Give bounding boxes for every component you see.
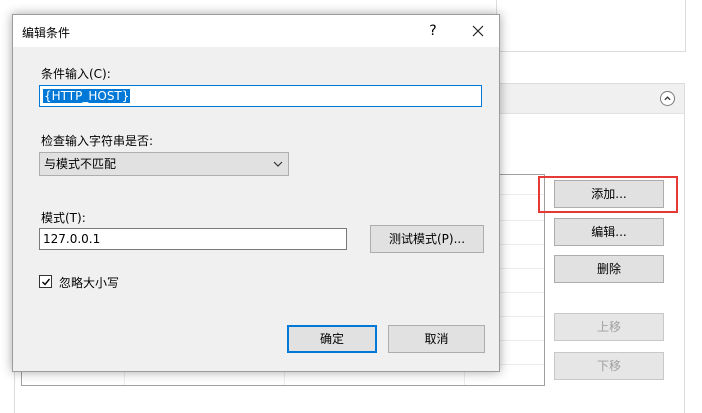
delete-button[interactable]: 删除	[554, 255, 664, 283]
ignore-case-checkbox[interactable]	[39, 275, 52, 288]
check-type-select[interactable]: 与模式不匹配	[39, 152, 289, 176]
check-type-selected: 与模式不匹配	[44, 157, 117, 171]
chevron-down-icon	[273, 161, 283, 167]
collapse-up-icon[interactable]	[660, 91, 675, 106]
checkmark-icon	[41, 278, 50, 286]
condition-input-label: 条件输入(C):	[41, 67, 111, 81]
check-type-label: 检查输入字符串是否:	[41, 134, 154, 148]
ignore-case-label: 忽略大小写	[59, 276, 120, 290]
cancel-button[interactable]: 取消	[388, 325, 485, 353]
pattern-input[interactable]: 127.0.0.1	[39, 228, 347, 250]
background-top-panel	[496, 0, 686, 52]
edit-button[interactable]: 编辑...	[554, 218, 664, 246]
edit-condition-dialog: 编辑条件 ? 条件输入(C): {HTTP_HOST} 检查输入字符串是否: 与…	[12, 14, 500, 372]
dialog-title: 编辑条件	[22, 26, 71, 40]
dialog-titlebar: 编辑条件 ?	[13, 15, 499, 47]
move-down-button[interactable]: 下移	[554, 352, 664, 380]
help-button[interactable]: ?	[418, 17, 448, 45]
move-up-button[interactable]: 上移	[554, 313, 664, 341]
condition-input-value: {HTTP_HOST}	[43, 89, 131, 103]
ok-button[interactable]: 确定	[287, 325, 377, 353]
condition-input-field[interactable]: {HTTP_HOST}	[39, 85, 482, 107]
pattern-label: 模式(T):	[41, 211, 86, 225]
pattern-value: 127.0.0.1	[43, 232, 101, 246]
close-icon[interactable]	[463, 17, 493, 45]
test-pattern-button[interactable]: 测试模式(P)...	[370, 225, 484, 253]
add-button-highlight	[538, 176, 678, 213]
